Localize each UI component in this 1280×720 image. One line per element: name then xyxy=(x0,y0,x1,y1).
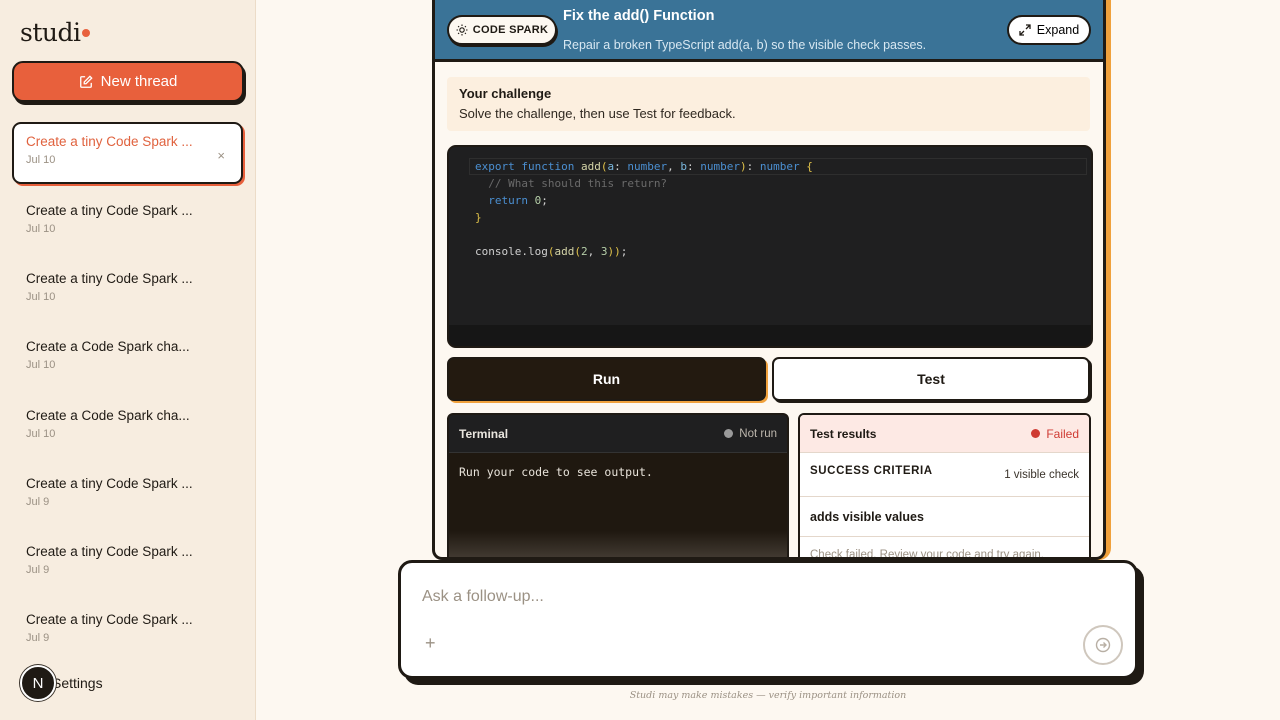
status-dot-icon xyxy=(724,429,734,438)
terminal-status: Not run xyxy=(724,428,777,440)
code-line-3: return 0; xyxy=(488,194,548,207)
thread-date: Jul 10 xyxy=(26,428,56,440)
thread-date: Jul 9 xyxy=(26,564,50,576)
code-line-4: } xyxy=(475,211,482,224)
new-thread-label: New thread xyxy=(100,73,178,90)
code-line-1: export function add(a: number, b: number… xyxy=(475,160,813,173)
code-editor[interactable]: export function add(a: number, b: number… xyxy=(447,145,1093,348)
settings-label: Settings xyxy=(52,675,103,691)
code-spark-badge: CODE SPARK xyxy=(447,15,557,45)
editor-footer xyxy=(449,325,1091,346)
editor-surface[interactable]: export function add(a: number, b: number… xyxy=(449,147,1091,325)
thread-date: Jul 10 xyxy=(26,291,56,303)
terminal-panel: Terminal Not run Run your code to see ou… xyxy=(447,413,789,557)
test-case-message: Check failed. Review your code and try a… xyxy=(810,549,1044,560)
thread-date: Jul 9 xyxy=(26,496,50,508)
thread-item[interactable]: Create a tiny Code Spark ... Jul 10 × xyxy=(12,122,243,184)
widget-subtitle: Repair a broken TypeScript add(a, b) so … xyxy=(563,38,927,52)
failed-dot-icon xyxy=(1031,429,1041,438)
thread-item[interactable]: Create a tiny Code Spark ... Jul 9 xyxy=(12,464,243,526)
results-title: Test results xyxy=(810,426,877,441)
results-status-label: Failed xyxy=(1046,426,1079,441)
thread-title: Create a tiny Code Spark ... xyxy=(26,612,193,627)
thread-date: Jul 10 xyxy=(26,359,56,371)
thread-title: Create a tiny Code Spark ... xyxy=(26,134,193,149)
brand-dot xyxy=(82,29,90,37)
send-button[interactable] xyxy=(1083,625,1123,665)
test-case-name: adds visible values xyxy=(800,497,1089,537)
plus-icon[interactable]: + xyxy=(425,634,441,652)
code-line-2: // What should this return? xyxy=(488,177,668,190)
test-button[interactable]: Test xyxy=(772,357,1090,401)
widget-title: Fix the add() Function xyxy=(563,8,715,24)
brand-logo: studi xyxy=(20,18,81,47)
badge-label: CODE SPARK xyxy=(472,24,549,36)
criteria-count: 1 visible check xyxy=(1004,468,1079,481)
test-results-panel: Test results Failed SUCCESS CRITERIA 1 v… xyxy=(798,413,1091,560)
thread-title: Create a tiny Code Spark ... xyxy=(26,476,193,491)
thread-title: Create a tiny Code Spark ... xyxy=(26,544,193,559)
thread-title: Create a Code Spark cha... xyxy=(26,408,190,423)
thread-date: Jul 10 xyxy=(26,154,56,166)
challenge-heading: Your challenge xyxy=(459,86,552,101)
thread-item[interactable]: Create a tiny Code Spark ... Jul 10 xyxy=(12,259,243,321)
criteria-row: SUCCESS CRITERIA 1 visible check xyxy=(800,453,1089,497)
new-thread-button[interactable]: New thread xyxy=(12,61,244,102)
expand-button[interactable]: Expand xyxy=(1007,15,1091,45)
terminal-header: Terminal Not run xyxy=(449,415,787,453)
terminal-fade xyxy=(449,531,787,557)
sun-icon xyxy=(456,24,468,36)
challenge-text: Solve the challenge, then use Test for f… xyxy=(459,106,736,121)
thread-date: Jul 10 xyxy=(26,223,56,235)
thread-item[interactable]: Create a Code Spark cha... Jul 10 xyxy=(12,327,243,389)
composer: + xyxy=(398,560,1138,679)
criteria-heading: SUCCESS CRITERIA xyxy=(810,464,933,477)
follow-up-input[interactable] xyxy=(422,585,1022,609)
terminal-title: Terminal xyxy=(459,426,509,441)
widget-header: CODE SPARK Fix the add() Function Repair… xyxy=(435,0,1103,62)
thread-item[interactable]: Create a tiny Code Spark ... Jul 9 xyxy=(12,600,243,662)
challenge-box: Your challenge Solve the challenge, then… xyxy=(447,77,1090,131)
thread-item[interactable]: Create a tiny Code Spark ... Jul 10 xyxy=(12,191,243,253)
code-line-6: console.log(add(2, 3)); xyxy=(475,245,628,258)
thread-title: Create a tiny Code Spark ... xyxy=(26,203,193,218)
close-icon[interactable]: × xyxy=(217,148,225,163)
sidebar: studi New thread Create a tiny Code Spar… xyxy=(0,0,256,720)
results-status: Failed xyxy=(1031,427,1079,441)
avatar[interactable]: N xyxy=(20,665,56,701)
thread-item[interactable]: Create a Code Spark cha... Jul 10 xyxy=(12,396,243,458)
code-spark-widget: CODE SPARK Fix the add() Function Repair… xyxy=(432,0,1106,560)
thread-date: Jul 9 xyxy=(26,632,50,644)
terminal-output: Run your code to see output. xyxy=(459,465,653,479)
run-button[interactable]: Run xyxy=(447,357,766,401)
results-header: Test results Failed xyxy=(800,415,1089,453)
terminal-status-label: Not run xyxy=(739,427,777,440)
expand-icon xyxy=(1019,24,1031,36)
expand-label: Expand xyxy=(1036,23,1080,37)
settings-link[interactable]: N Settings xyxy=(20,665,103,701)
thread-title: Create a tiny Code Spark ... xyxy=(26,271,193,286)
thread-item[interactable]: Create a tiny Code Spark ... Jul 9 xyxy=(12,532,243,594)
arrow-right-icon xyxy=(1095,637,1111,653)
disclaimer: Studi may make mistakes — verify importa… xyxy=(629,690,907,701)
edit-icon xyxy=(79,74,93,88)
thread-title: Create a Code Spark cha... xyxy=(26,339,190,354)
